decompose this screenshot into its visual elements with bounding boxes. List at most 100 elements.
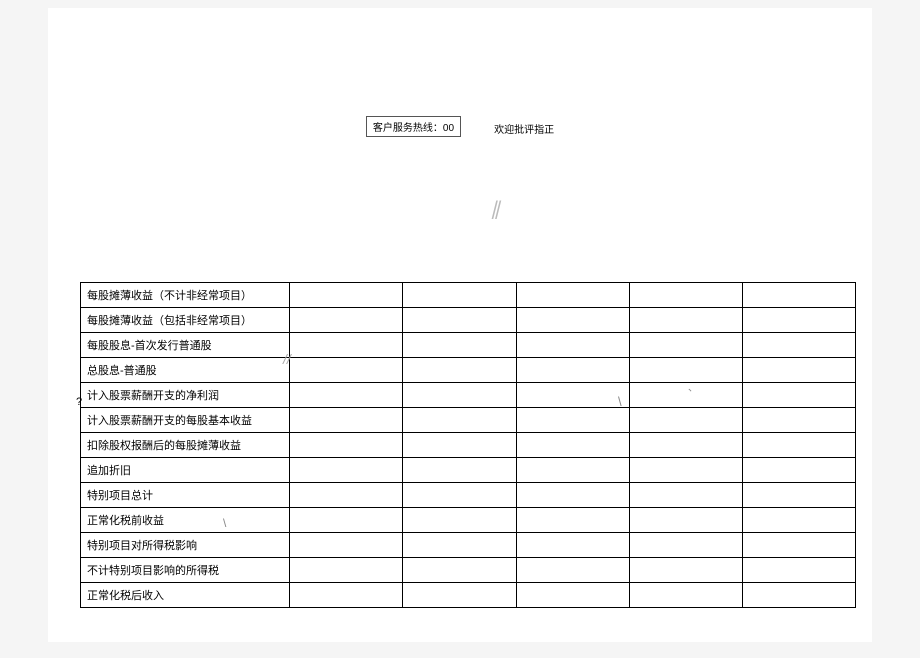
row-value bbox=[516, 383, 629, 408]
row-value bbox=[403, 583, 516, 608]
financial-table: 每股摊薄收益（不计非经常项目） 每股摊薄收益（包括非经常项目） 每股 bbox=[80, 282, 856, 608]
row-label: 每股摊薄收益（包括非经常项目） bbox=[81, 308, 290, 333]
table-row: 计入股票薪酬开支的净利润 bbox=[81, 383, 856, 408]
table-row: 特别项目对所得税影响 bbox=[81, 533, 856, 558]
row-value bbox=[403, 533, 516, 558]
row-value bbox=[742, 308, 855, 333]
row-value bbox=[742, 558, 855, 583]
table-row: 每股股息-首次发行普通股 bbox=[81, 333, 856, 358]
row-value bbox=[403, 508, 516, 533]
row-value bbox=[403, 358, 516, 383]
tick-mark: 、 bbox=[688, 379, 698, 394]
row-value bbox=[403, 433, 516, 458]
row-value bbox=[742, 333, 855, 358]
row-value bbox=[516, 433, 629, 458]
row-label: 每股股息-首次发行普通股 bbox=[81, 333, 290, 358]
row-value bbox=[290, 383, 403, 408]
backslash-mark-1: \ bbox=[618, 394, 622, 409]
row-value bbox=[403, 483, 516, 508]
table-row: 追加折旧 bbox=[81, 458, 856, 483]
row-value bbox=[629, 358, 742, 383]
row-label: 正常化税前收益 bbox=[81, 508, 290, 533]
row-value bbox=[629, 483, 742, 508]
table-row: 不计特别项目影响的所得税 bbox=[81, 558, 856, 583]
row-value bbox=[516, 283, 629, 308]
row-value bbox=[290, 558, 403, 583]
decor-mark: ∥ bbox=[490, 198, 499, 223]
table-row: 每股摊薄收益（包括非经常项目） bbox=[81, 308, 856, 333]
row-value bbox=[742, 433, 855, 458]
row-label: 特别项目对所得税影响 bbox=[81, 533, 290, 558]
row-label: 正常化税后收入 bbox=[81, 583, 290, 608]
row-value bbox=[742, 458, 855, 483]
row-label: 不计特别项目影响的所得税 bbox=[81, 558, 290, 583]
hotline-box: 客户服务热线：00 bbox=[366, 116, 461, 137]
row-value bbox=[516, 458, 629, 483]
row-value bbox=[403, 558, 516, 583]
row-label: 每股摊薄收益（不计非经常项目） bbox=[81, 283, 290, 308]
row-label: 计入股票薪酬开支的净利润 bbox=[81, 383, 290, 408]
question-mark: ? bbox=[76, 396, 82, 408]
row-value bbox=[516, 408, 629, 433]
row-value bbox=[629, 558, 742, 583]
financial-table-wrap: 每股摊薄收益（不计非经常项目） 每股摊薄收益（包括非经常项目） 每股 bbox=[48, 282, 872, 608]
document-page: 客户服务热线：00 欢迎批评指正 ∥ ? // \ \ 、 每股摊薄收益（不计非… bbox=[48, 8, 872, 642]
row-label: 总股息-普通股 bbox=[81, 358, 290, 383]
row-value bbox=[516, 508, 629, 533]
row-value bbox=[403, 333, 516, 358]
row-value bbox=[403, 283, 516, 308]
row-label: 特别项目总计 bbox=[81, 483, 290, 508]
row-value bbox=[629, 508, 742, 533]
row-label: 扣除股权报酬后的每股摊薄收益 bbox=[81, 433, 290, 458]
row-value bbox=[290, 483, 403, 508]
row-value bbox=[516, 358, 629, 383]
row-value bbox=[403, 408, 516, 433]
header-area: 客户服务热线：00 欢迎批评指正 bbox=[48, 8, 872, 137]
table-row: 正常化税前收益 bbox=[81, 508, 856, 533]
row-value bbox=[742, 408, 855, 433]
row-value bbox=[629, 308, 742, 333]
row-value bbox=[516, 308, 629, 333]
row-value bbox=[629, 383, 742, 408]
row-value bbox=[290, 333, 403, 358]
row-value bbox=[742, 533, 855, 558]
row-value bbox=[629, 433, 742, 458]
table-row: 正常化税后收入 bbox=[81, 583, 856, 608]
feedback-text: 欢迎批评指正 bbox=[494, 121, 554, 136]
row-value bbox=[290, 283, 403, 308]
table-row: 计入股票薪酬开支的每股基本收益 bbox=[81, 408, 856, 433]
row-label: 追加折旧 bbox=[81, 458, 290, 483]
row-value bbox=[742, 283, 855, 308]
row-value bbox=[742, 583, 855, 608]
table-row: 每股摊薄收益（不计非经常项目） bbox=[81, 283, 856, 308]
row-value bbox=[742, 383, 855, 408]
table-row: 总股息-普通股 bbox=[81, 358, 856, 383]
row-value bbox=[403, 308, 516, 333]
row-value bbox=[290, 433, 403, 458]
row-value bbox=[742, 483, 855, 508]
row-value bbox=[290, 533, 403, 558]
row-value bbox=[516, 533, 629, 558]
row-value bbox=[742, 508, 855, 533]
row-value bbox=[629, 583, 742, 608]
row-value bbox=[629, 458, 742, 483]
row-value bbox=[629, 533, 742, 558]
row-value bbox=[516, 333, 629, 358]
row-value bbox=[516, 583, 629, 608]
row-value bbox=[629, 333, 742, 358]
row-value bbox=[290, 458, 403, 483]
row-value bbox=[516, 558, 629, 583]
table-row: 特别项目总计 bbox=[81, 483, 856, 508]
row-value bbox=[516, 483, 629, 508]
row-value bbox=[290, 583, 403, 608]
row-value bbox=[290, 358, 403, 383]
row-value bbox=[290, 408, 403, 433]
row-value bbox=[742, 358, 855, 383]
slash-mark: // bbox=[283, 351, 291, 367]
backslash-mark-2: \ bbox=[223, 516, 226, 530]
row-value bbox=[403, 458, 516, 483]
row-value bbox=[629, 408, 742, 433]
row-value bbox=[629, 283, 742, 308]
row-label: 计入股票薪酬开支的每股基本收益 bbox=[81, 408, 290, 433]
row-value bbox=[403, 383, 516, 408]
